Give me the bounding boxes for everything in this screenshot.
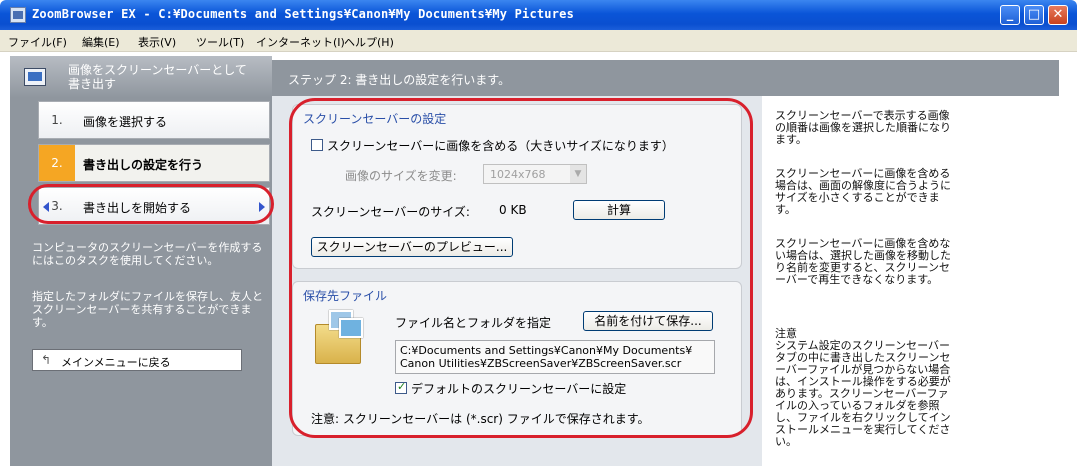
step-export-settings[interactable]: 2. 書き出しの設定を行う xyxy=(38,144,270,182)
menu-bar: ファイル(F) 編集(E) 表示(V) ツール(T) インターネット(I) ヘル… xyxy=(0,30,1077,52)
title-bar: ZoomBrowser EX - C:¥Documents and Settin… xyxy=(0,0,1077,30)
window-title: ZoomBrowser EX - C:¥Documents and Settin… xyxy=(32,7,574,21)
menu-internet[interactable]: インターネット(I) xyxy=(256,34,345,50)
close-button[interactable]: ✕ xyxy=(1048,5,1068,25)
minimize-icon: _ xyxy=(1006,7,1014,22)
sidebar-description: コンピュータのスクリーンセーバーを作成するにはこのタスクを使用してください。 xyxy=(32,241,263,267)
menu-tools[interactable]: ツール(T) xyxy=(196,34,244,50)
step-label: 書き出しの設定を行う xyxy=(83,158,204,172)
step-number: 2. xyxy=(39,145,75,181)
maximize-button[interactable]: □ xyxy=(1024,5,1044,25)
menu-file[interactable]: ファイル(F) xyxy=(8,34,67,50)
help-note-body: システム設定のスクリーンセーバータブの中に書き出したスクリーンセーバーファイルが… xyxy=(775,339,951,448)
step-select-images[interactable]: 1. 画像を選択する xyxy=(38,101,270,139)
callout-highlight-step3 xyxy=(28,184,274,224)
maximize-icon: □ xyxy=(1027,7,1041,22)
menu-edit[interactable]: 編集(E) xyxy=(82,34,120,50)
close-icon: ✕ xyxy=(1052,7,1064,22)
sidebar-description-share: 指定したフォルダにファイルを保存し、友人とスクリーンセーバーを共有することができ… xyxy=(32,290,263,329)
step-number: 1. xyxy=(51,113,63,127)
task-sidebar: 画像をスクリーンセーバーとして書き出す 1. 画像を選択する 2. 書き出しの設… xyxy=(10,56,272,466)
back-button-label: メインメニューに戻る xyxy=(61,356,171,369)
menu-help[interactable]: ヘルプ(H) xyxy=(344,34,394,50)
help-text-move: スクリーンセーバーに画像を含めない場合は、選択した画像を移動したり名前を変更する… xyxy=(775,237,951,286)
screensaver-icon xyxy=(24,68,46,86)
menu-view[interactable]: 表示(V) xyxy=(138,34,176,50)
step-header: ステップ 2: 書き出しの設定を行います。 xyxy=(272,60,1059,96)
help-text-order: スクリーンセーバーで表示する画像の順番は画像を選択した順番になります。 xyxy=(775,109,951,146)
app-icon xyxy=(10,7,26,23)
return-arrow-icon: ↰ xyxy=(41,353,52,367)
sidebar-title: 画像をスクリーンセーバーとして書き出す xyxy=(68,63,247,91)
callout-highlight-settings xyxy=(289,98,753,438)
step-label: 画像を選択する xyxy=(83,115,168,129)
minimize-button[interactable]: _ xyxy=(1000,5,1020,25)
sidebar-header: 画像をスクリーンセーバーとして書き出す xyxy=(10,56,272,98)
back-to-main-menu-button[interactable]: ↰ メインメニューに戻る xyxy=(32,349,242,371)
step-header-text: ステップ 2: 書き出しの設定を行います。 xyxy=(288,73,511,87)
help-text-resize: スクリーンセーバーに画像を含める場合は、画面の解像度に合うようにサイズを小さくす… xyxy=(775,167,951,216)
